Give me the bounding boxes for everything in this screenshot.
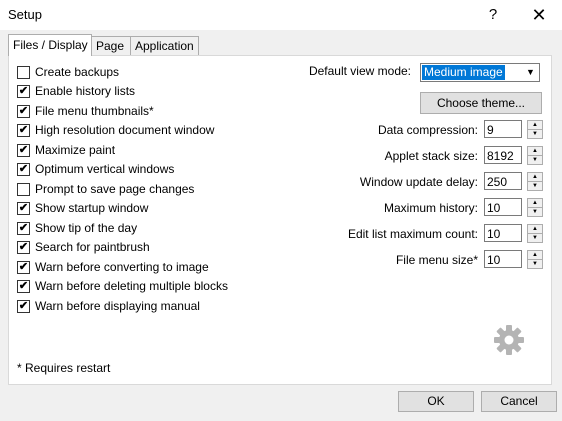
spin-down-icon[interactable]: ▼ [527,207,543,217]
checkbox-label: Maximize paint [35,143,116,157]
tab-files-display[interactable]: Files / Display [8,34,92,56]
cancel-button[interactable]: Cancel [481,391,557,412]
checkbox-box[interactable]: ✔ [17,222,30,235]
data-compression-spinner[interactable]: ▲ ▼ [527,120,543,139]
edit-list-maximum-count-spinner[interactable]: ▲ ▼ [527,224,543,243]
checkbox-label: Warn before displaying manual [35,299,200,313]
checkbox-label: Warn before converting to image [35,260,209,274]
window-update-delay-spinner[interactable]: ▲ ▼ [527,172,543,191]
checkbox-box[interactable] [17,66,30,79]
edit-list-maximum-count-label: Edit list maximum count: [347,227,478,241]
title-bar: Setup ? ✕ [0,0,562,30]
window-title: Setup [8,7,42,22]
spin-down-icon[interactable]: ▼ [527,129,543,139]
checkbox-label: High resolution document window [35,123,215,137]
applet-stack-size-spinner[interactable]: ▲ ▼ [527,146,543,165]
checkbox-box[interactable]: ✔ [17,163,30,176]
checkbox-box[interactable]: ✔ [17,202,30,215]
checkbox-label: File menu thumbnails* [35,104,154,118]
file-menu-size-spinner[interactable]: ▲ ▼ [527,250,543,269]
checkbox-box[interactable]: ✔ [17,85,30,98]
spin-down-icon[interactable]: ▼ [527,259,543,269]
tab-application[interactable]: Application [130,36,199,55]
checkbox-box[interactable]: ✔ [17,124,30,137]
checkbox-box[interactable]: ✔ [17,261,30,274]
file-menu-size-input[interactable]: 10 [484,250,522,268]
applet-stack-size-label: Applet stack size: [384,149,478,163]
requires-restart-note: * Requires restart [17,361,111,375]
spin-down-icon[interactable]: ▼ [527,155,543,165]
help-button[interactable]: ? [470,0,516,30]
maximum-history-input[interactable]: 10 [484,198,522,216]
checkbox-label: Enable history lists [35,84,136,98]
checkbox-label: Warn before deleting multiple blocks [35,279,228,293]
checkbox-box[interactable]: ✔ [17,105,30,118]
checkbox-label: Optimum vertical windows [35,162,175,176]
edit-list-maximum-count-input[interactable]: 10 [484,224,522,242]
maximum-history-label: Maximum history: [383,201,478,215]
checkbox-box[interactable]: ✔ [17,280,30,293]
tab-page[interactable]: Page [91,36,131,55]
data-compression-label: Data compression: [377,123,478,137]
spin-down-icon[interactable]: ▼ [527,181,543,191]
spin-down-icon[interactable]: ▼ [527,233,543,243]
checkbox-label: Search for paintbrush [35,240,150,254]
checkbox-box[interactable]: ✔ [17,300,30,313]
file-menu-size-label: File menu size* [395,253,478,267]
chevron-down-icon[interactable]: ▼ [522,64,539,81]
checkbox-box[interactable]: ✔ [17,241,30,254]
choose-theme-button[interactable]: Choose theme... [420,92,542,114]
checkbox-label: Show tip of the day [35,221,138,235]
view-mode-value: Medium image [422,65,505,80]
view-mode-select[interactable]: Medium image ▼ [420,63,540,82]
close-button[interactable]: ✕ [516,0,562,30]
applet-stack-size-input[interactable]: 8192 [484,146,522,164]
maximum-history-spinner[interactable]: ▲ ▼ [527,198,543,217]
data-compression-input[interactable]: 9 [484,120,522,138]
checkbox-label: Create backups [35,65,120,79]
checkbox-box[interactable] [17,183,30,196]
checkbox-label: Show startup window [35,201,149,215]
window-update-delay-label: Window update delay: [359,175,478,189]
gear-icon[interactable] [492,323,526,357]
checkbox-box[interactable]: ✔ [17,144,30,157]
view-mode-label: Default view mode: [308,64,411,78]
ok-button[interactable]: OK [398,391,474,412]
window-update-delay-input[interactable]: 250 [484,172,522,190]
checkbox-label: Prompt to save page changes [35,182,195,196]
